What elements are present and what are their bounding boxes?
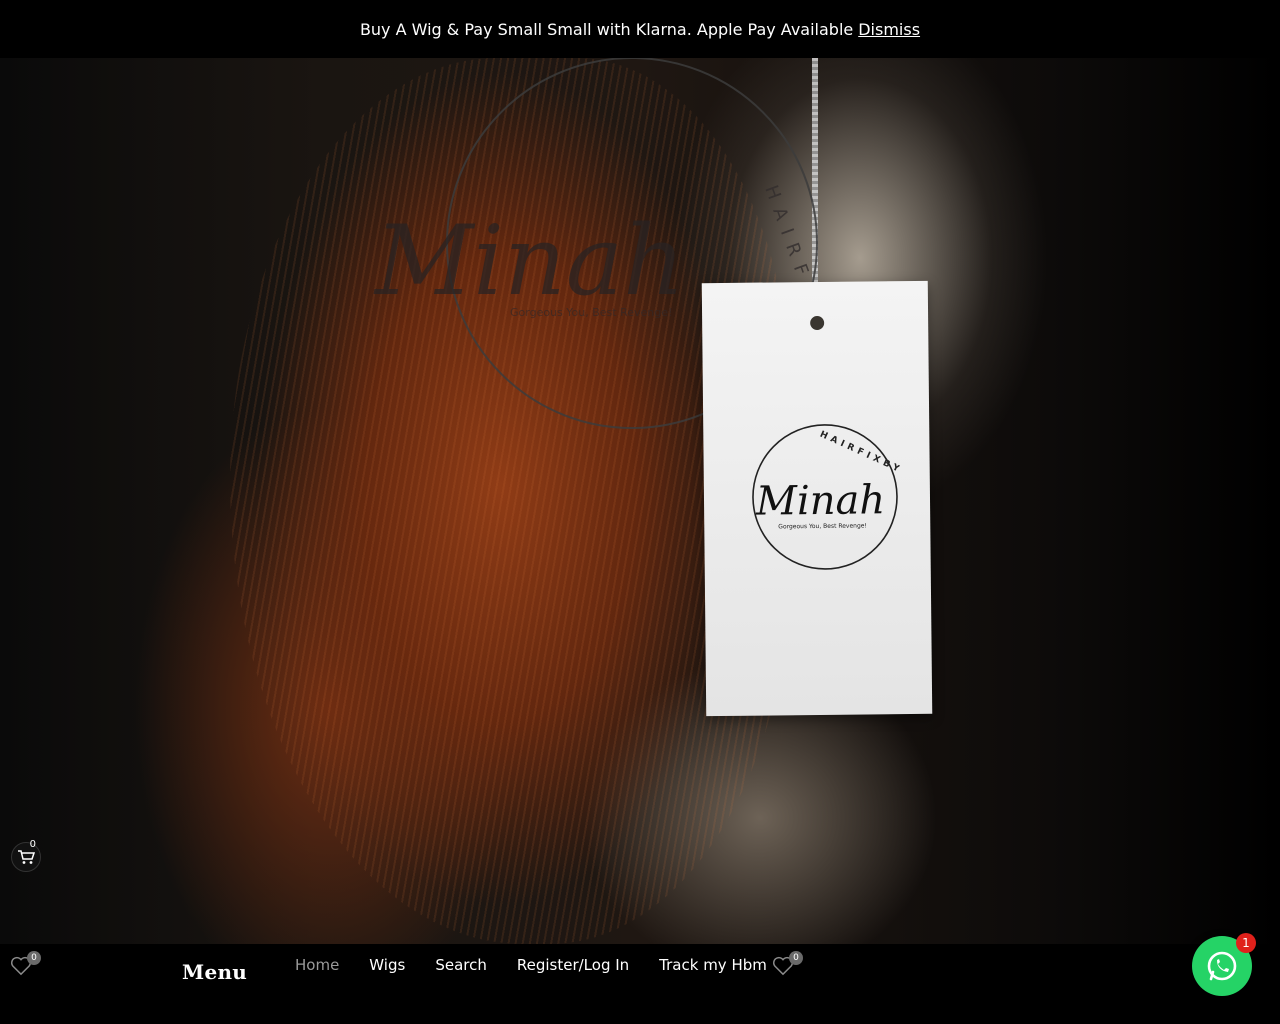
nav-wigs[interactable]: Wigs	[369, 956, 405, 974]
hero-image: Minah Gorgeous You, Best Revenge! HAIRFI…	[0, 58, 1280, 944]
nav-track-order[interactable]: Track my Hbm	[659, 956, 767, 974]
tag-logo-tagline: Gorgeous You, Best Revenge!	[778, 522, 867, 530]
wishlist-count-badge: 0	[27, 951, 41, 965]
nav-register-login[interactable]: Register/Log In	[517, 956, 629, 974]
tag-logo-title: Minah	[755, 477, 886, 524]
wishlist-count-badge: 0	[789, 951, 803, 965]
cart-count: 0	[29, 839, 36, 850]
tag-hole	[810, 315, 825, 331]
dismiss-link[interactable]: Dismiss	[858, 20, 920, 39]
nav-home[interactable]: Home	[295, 956, 339, 974]
main-menu: Home Wigs Search Register/Log In Track m…	[295, 956, 797, 974]
menu-title: Menu	[182, 960, 248, 984]
bottom-navigation: 0 Menu Home Wigs Search Register/Log In …	[0, 944, 1280, 1024]
notice-text: Buy A Wig & Pay Small Small with Klarna.…	[359, 19, 854, 39]
store-notice: Buy A Wig & Pay Small Small with Klarna.…	[0, 0, 1280, 58]
floating-cart-button[interactable]: 0	[11, 839, 41, 872]
minah-tag-logo: Minah Gorgeous You, Best Revenge! HAIRFI…	[752, 424, 901, 570]
whatsapp-notification-badge: 1	[1236, 933, 1256, 953]
watermark-title: Minah	[373, 205, 685, 317]
wishlist-button[interactable]: 0	[772, 951, 803, 980]
cart-icon	[18, 850, 35, 864]
hang-tag: Minah Gorgeous You, Best Revenge! HAIRFI…	[701, 280, 933, 717]
watermark-tagline: Gorgeous You, Best Revenge!	[510, 306, 672, 319]
whatsapp-icon	[1207, 951, 1237, 981]
wishlist-button-left[interactable]: 0	[10, 951, 41, 980]
nav-search[interactable]: Search	[435, 956, 487, 974]
